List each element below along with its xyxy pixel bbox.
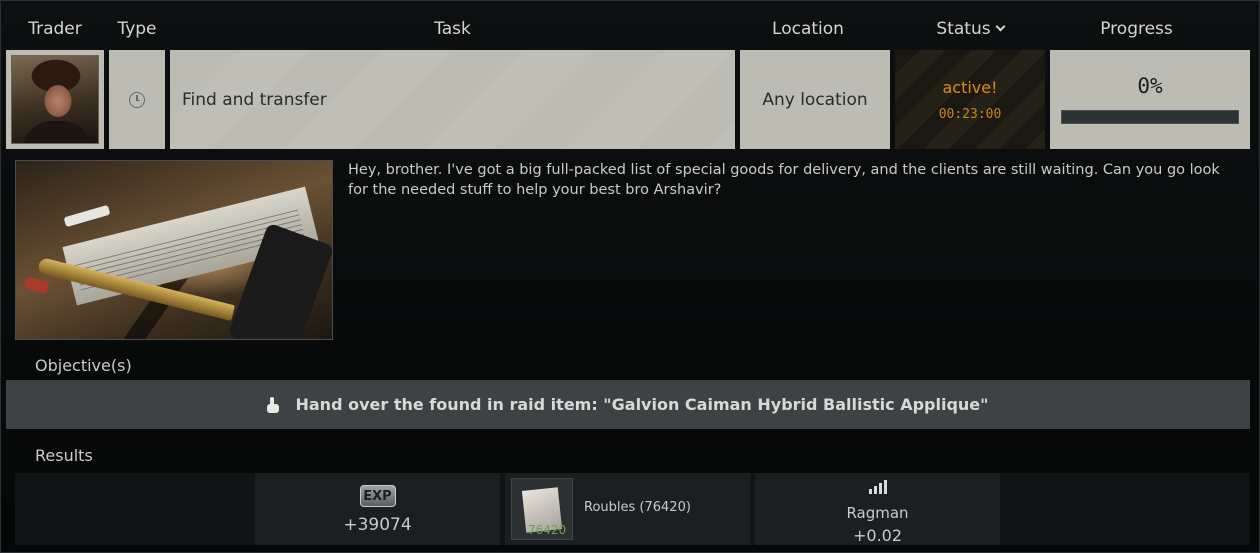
objectives-label: Objective(s): [35, 356, 132, 375]
chevron-down-icon: [995, 21, 1006, 32]
reward-exp: EXP +39074: [255, 473, 500, 545]
header-task[interactable]: Task: [170, 19, 735, 39]
status-cell: active! 00:23:00: [895, 50, 1045, 149]
location-cell: Any location: [740, 50, 890, 149]
task-name[interactable]: Find and transfer: [170, 50, 735, 149]
trader-portrait: [11, 55, 99, 144]
reward-roubles[interactable]: 76420 Roubles (76420): [505, 473, 750, 545]
exp-value: +39074: [343, 515, 412, 535]
results-label: Results: [35, 446, 93, 465]
objective-text: Hand over the found in raid item: "Galvi…: [295, 395, 989, 414]
reputation-icon: [868, 477, 888, 494]
roubles-item[interactable]: 76420: [511, 478, 573, 540]
reputation-trader: Ragman: [846, 504, 909, 522]
trader-cell[interactable]: [6, 50, 104, 149]
header-status-label: Status: [936, 19, 991, 39]
quest-panel: Trader Type Task Location Status Progres…: [0, 0, 1260, 553]
reward-reputation: Ragman +0.02: [755, 473, 1000, 545]
progress-bar: [1061, 110, 1239, 124]
header-location[interactable]: Location: [740, 19, 876, 39]
quest-image: [15, 160, 333, 340]
objective-item[interactable]: Hand over the found in raid item: "Galvi…: [6, 380, 1250, 429]
hand-icon: [267, 396, 280, 413]
quest-description: Hey, brother. I've got a big full-packed…: [348, 162, 1220, 198]
roubles-stack-count: 76420: [528, 523, 567, 537]
exp-badge-icon: EXP: [359, 485, 396, 507]
progress-percent: 0%: [1137, 74, 1163, 98]
roubles-label: Roubles (76420): [584, 500, 691, 515]
type-cell: [109, 50, 165, 149]
header-progress[interactable]: Progress: [1050, 19, 1223, 39]
quest-image-vial: [63, 204, 111, 228]
clock-icon: [129, 91, 145, 108]
progress-cell: 0%: [1050, 50, 1250, 149]
header-status-sort[interactable]: Status: [895, 19, 1045, 39]
header-type[interactable]: Type: [109, 19, 165, 39]
reputation-value: +0.02: [852, 526, 903, 545]
header-trader[interactable]: Trader: [6, 19, 104, 39]
status-timer: 00:23:00: [938, 106, 1002, 122]
quest-image-cartridge-tip: [22, 276, 50, 294]
status-text: active!: [942, 77, 998, 97]
